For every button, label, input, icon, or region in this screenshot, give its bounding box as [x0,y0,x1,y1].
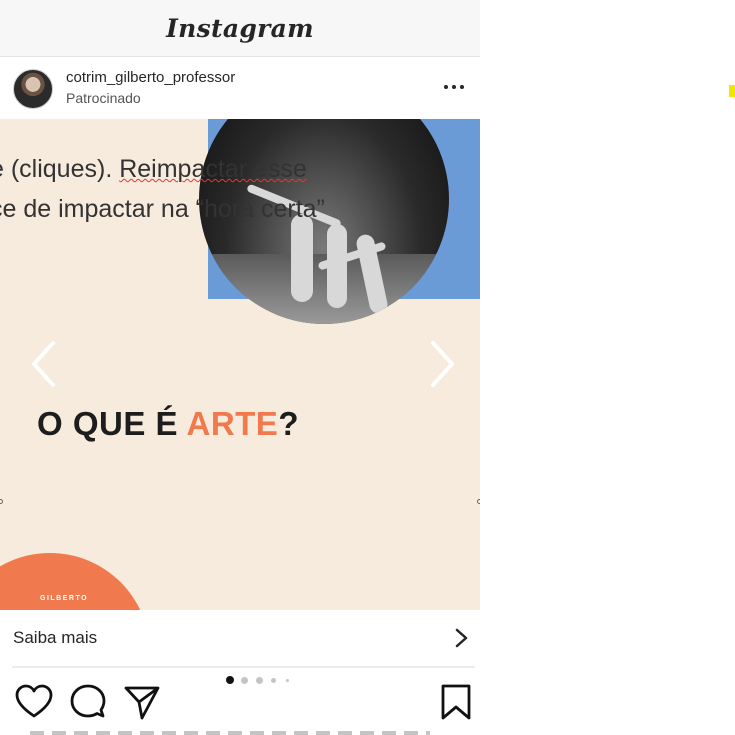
slide-text-line1-part1: e (cliques). [0,155,120,183]
carousel-dot [271,678,276,683]
chevron-right-icon[interactable] [451,628,471,648]
post-media[interactable]: e (cliques). Reimpactar esse ce de impac… [0,119,480,610]
caption-preview [30,731,430,735]
slide-text-line1-part2: Reimpactar esse [119,155,307,183]
bookmark-icon[interactable] [436,682,476,722]
slide-title: O QUE É ARTE? [37,405,299,443]
chevron-right-icon[interactable] [428,339,458,389]
top-bar: Instagram [0,0,480,57]
carousel-dot [241,677,248,684]
slide-text-line2: ce de impactar na “hora certa” [0,195,325,223]
right-edge-dot [477,499,480,504]
sponsored-label: Patrocinado [66,90,141,106]
app-logo[interactable]: Instagram [166,14,314,43]
more-icon[interactable] [440,77,470,97]
slide-text-line1: e (cliques). Reimpactar esse [0,155,307,184]
left-edge-dot [0,499,3,504]
carousel-dot-active [226,676,234,684]
share-icon[interactable] [122,682,162,722]
slide-title-main: O QUE É [37,405,187,442]
slide-title-end: ? [278,405,299,442]
carousel-dot [286,679,289,682]
yellow-marker [729,85,735,97]
post-header: cotrim_gilberto_professor Patrocinado [0,57,480,119]
avatar[interactable] [13,69,53,109]
carousel-dot [256,677,263,684]
chevron-left-icon[interactable] [28,339,58,389]
post-username[interactable]: cotrim_gilberto_professor [66,69,235,86]
action-bar [0,668,480,735]
cta-bar[interactable]: Saiba mais [0,610,480,666]
heart-icon[interactable] [14,682,54,722]
slide-title-accent: ARTE [186,405,279,442]
brand-watermark: GILBERTO [40,595,89,602]
cta-label[interactable]: Saiba mais [13,628,97,648]
instagram-phone-frame: Instagram cotrim_gilberto_professor Patr… [0,0,480,735]
comment-icon[interactable] [68,682,108,722]
